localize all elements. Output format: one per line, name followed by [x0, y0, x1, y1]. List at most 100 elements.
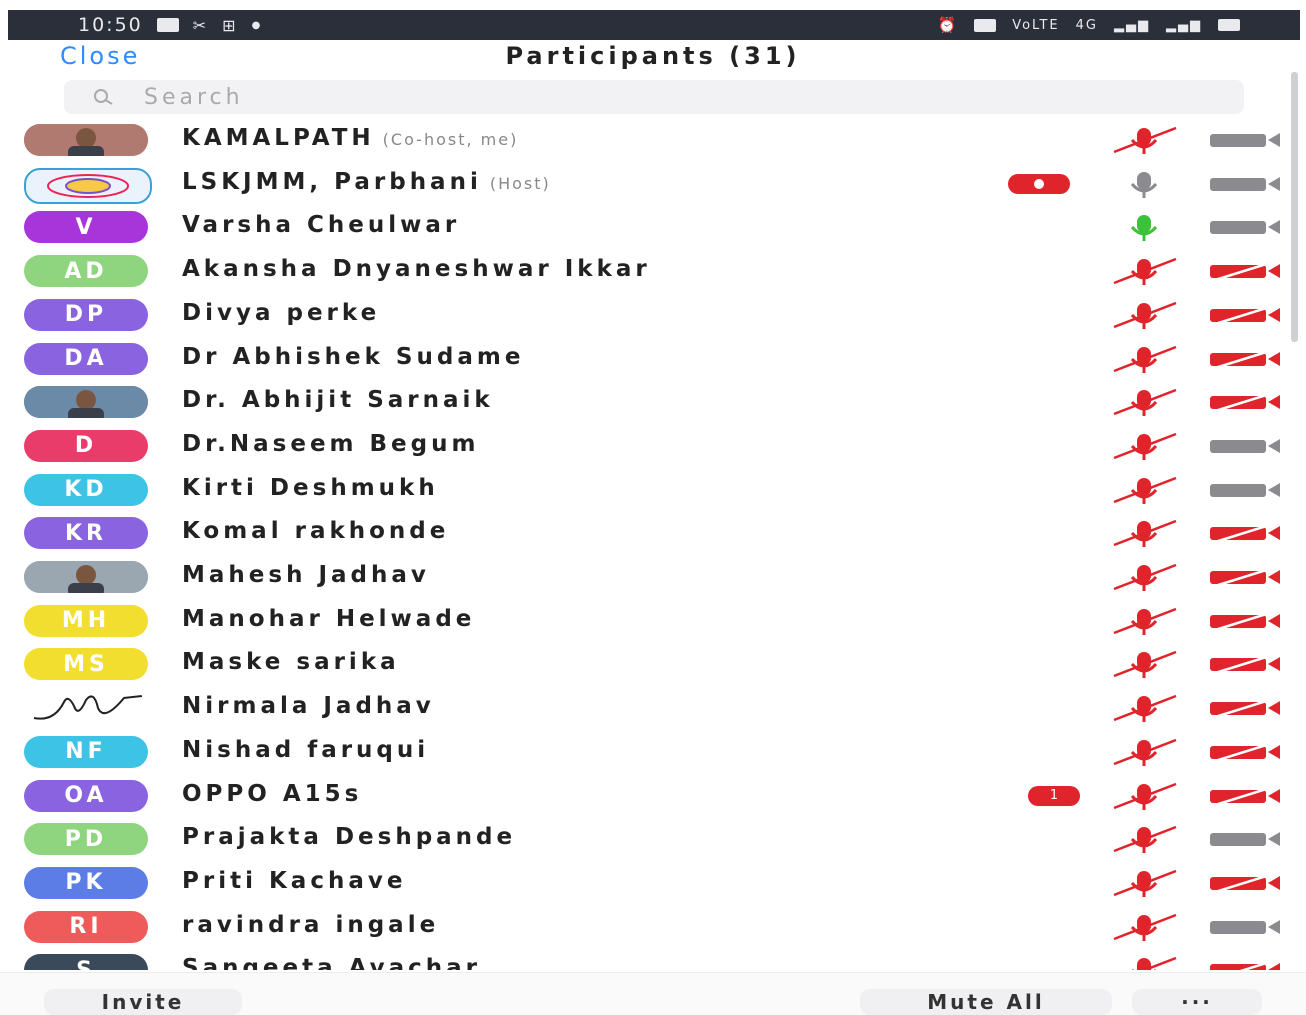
participant-row[interactable]: KAMALPATH (Co-host, me) [0, 118, 1290, 162]
participant-row[interactable]: AD Akansha Dnyaneshwar Ikkar [0, 249, 1290, 293]
video-off-icon[interactable] [1206, 345, 1286, 373]
participant-name-text: Komal rakhonde [182, 518, 450, 545]
video-icon[interactable] [1206, 170, 1286, 198]
participant-role: (Co-host, me) [382, 130, 519, 149]
mic-icon[interactable] [1110, 166, 1180, 202]
invite-button[interactable]: Invite [44, 989, 242, 1015]
close-button[interactable]: Close [60, 42, 140, 70]
participant-row[interactable]: DA Dr Abhishek Sudame [0, 337, 1290, 381]
recording-icon [1008, 173, 1070, 194]
participant-row[interactable]: MH Manohar Helwade [0, 599, 1290, 643]
avatar: D [24, 429, 148, 462]
avatar: AD [24, 255, 148, 288]
alarm-icon: ⏰ [937, 16, 959, 34]
participant-row[interactable]: V Varsha Cheulwar [0, 205, 1290, 249]
mic-muted-icon[interactable] [1110, 428, 1180, 464]
mic-muted-icon[interactable] [1110, 909, 1180, 945]
participant-name-text: ravindra ingale [182, 911, 440, 938]
more-button[interactable]: ··· [1132, 989, 1262, 1015]
mic-muted-icon[interactable] [1110, 603, 1180, 639]
participant-list[interactable]: KAMALPATH (Co-host, me) LSKJMM, Parbhani (H… [0, 118, 1306, 970]
mic-muted-icon[interactable] [1110, 952, 1180, 970]
participant-name-text: Dr. Abhijit Sarnaik [182, 387, 494, 414]
mic-muted-icon[interactable] [1110, 297, 1180, 333]
mic-muted-icon[interactable] [1110, 646, 1180, 682]
participant-row[interactable]: KR Komal rakhonde [0, 511, 1290, 555]
participant-row[interactable]: Nirmala Jadhav [0, 686, 1290, 730]
mic-muted-icon[interactable] [1110, 821, 1180, 857]
participant-name-text: Priti Kachave [182, 867, 407, 894]
mic-active-icon[interactable] [1110, 209, 1180, 245]
search-input[interactable] [142, 83, 1046, 111]
video-off-icon[interactable] [1206, 694, 1286, 722]
mic-muted-icon[interactable] [1110, 559, 1180, 595]
participant-row[interactable]: KD Kirti Deshmukh [0, 468, 1290, 512]
mic-muted-icon[interactable] [1110, 690, 1180, 726]
participant-row[interactable]: RI ravindra ingale [0, 905, 1290, 949]
video-icon[interactable] [1206, 825, 1286, 853]
video-off-icon[interactable] [1206, 956, 1286, 970]
signal-icon: ▂▄▆ [1114, 17, 1150, 33]
mic-muted-icon[interactable] [1110, 384, 1180, 420]
participant-name-text: Maske sarika [182, 649, 400, 676]
participant-name: ravindra ingale [182, 912, 439, 938]
participant-name-text: Prajakta Deshpande [182, 824, 517, 851]
participant-name-text: Nirmala Jadhav [182, 693, 435, 720]
video-icon[interactable] [1206, 432, 1286, 460]
participant-name: Dr. Abhijit Sarnaik [182, 387, 494, 413]
mic-muted-icon[interactable] [1110, 122, 1180, 158]
avatar: KR [24, 517, 148, 550]
video-icon[interactable] [1206, 476, 1286, 504]
video-icon[interactable] [1206, 213, 1286, 241]
video-off-icon[interactable] [1206, 650, 1286, 678]
video-off-icon[interactable] [1206, 301, 1286, 329]
video-off-icon[interactable] [1206, 257, 1286, 285]
participant-name: Dr.Naseem Begum [182, 431, 479, 457]
video-icon[interactable] [1206, 126, 1286, 154]
participant-row[interactable]: NF Nishad faruqui [0, 730, 1290, 774]
avatar [24, 124, 148, 156]
video-off-icon[interactable] [1206, 782, 1286, 810]
search-box[interactable] [64, 80, 1244, 114]
participant-name: Kirti Deshmukh [182, 475, 439, 501]
gen-label: 4G [1075, 17, 1098, 33]
participant-row[interactable]: S Sangeeta Avachar [0, 948, 1290, 970]
participant-name: Sangeeta Avachar [182, 955, 481, 970]
mic-muted-icon[interactable] [1110, 734, 1180, 770]
participant-row[interactable]: Dr. Abhijit Sarnaik [0, 380, 1290, 424]
participant-name-text: Nishad faruqui [182, 736, 430, 763]
avatar: DA [24, 342, 148, 375]
participant-row[interactable]: OA OPPO A15s 1 [0, 774, 1290, 818]
participant-row[interactable]: D Dr.Naseem Begum [0, 424, 1290, 468]
participant-row[interactable]: MS Maske sarika [0, 642, 1290, 686]
participant-row[interactable]: DP Divya perke [0, 293, 1290, 337]
avatar: MH [24, 604, 148, 637]
avatar: PD [24, 823, 148, 856]
mic-muted-icon[interactable] [1110, 472, 1180, 508]
video-off-icon[interactable] [1206, 869, 1286, 897]
mic-muted-icon[interactable] [1110, 778, 1180, 814]
video-off-icon[interactable] [1206, 388, 1286, 416]
mic-muted-icon[interactable] [1110, 341, 1180, 377]
mic-muted-icon[interactable] [1110, 253, 1180, 289]
video-icon[interactable] [1206, 913, 1286, 941]
mic-muted-icon[interactable] [1110, 865, 1180, 901]
video-off-icon[interactable] [1206, 607, 1286, 635]
avatar: DP [24, 298, 148, 331]
participant-row[interactable]: Mahesh Jadhav [0, 555, 1290, 599]
mic-muted-icon[interactable] [1110, 515, 1180, 551]
participant-row[interactable]: PD Prajakta Deshpande [0, 817, 1290, 861]
avatar: MS [24, 648, 148, 681]
avatar [24, 167, 152, 204]
video-off-icon[interactable] [1206, 738, 1286, 766]
mute-all-button[interactable]: Mute All [860, 989, 1112, 1015]
participant-row[interactable]: LSKJMM, Parbhani (Host) [0, 162, 1290, 206]
participant-name: Komal rakhonde [182, 518, 449, 544]
video-off-icon[interactable] [1206, 519, 1286, 547]
status-bar: 10:50 ✂ ⊞ ● ⏰ VoLTE 4G ▂▄▆ ▂▄▆ [8, 10, 1300, 40]
participant-row[interactable]: PK Priti Kachave [0, 861, 1290, 905]
participant-name: Maske sarika [182, 649, 400, 675]
video-off-icon[interactable] [1206, 563, 1286, 591]
participant-name: Manohar Helwade [182, 606, 475, 632]
participant-name: LSKJMM, Parbhani (Host) [182, 169, 551, 195]
